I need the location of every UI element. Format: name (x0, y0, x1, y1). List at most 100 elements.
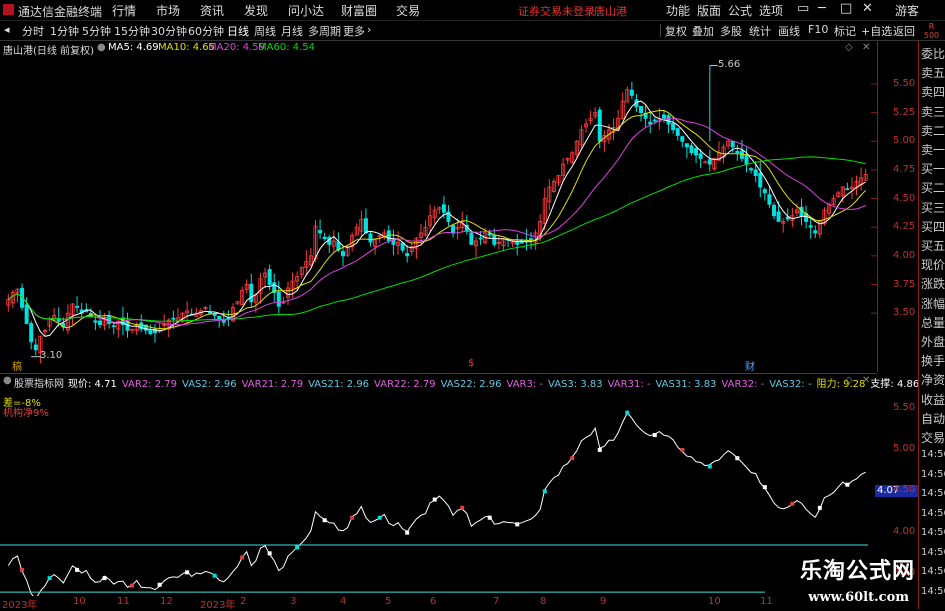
sidebar-item-6[interactable]: 买一 (921, 160, 945, 177)
price-tick: 5.50 (893, 77, 916, 89)
price-axis: 3.50 3.75 4.00 4.25 4.50 4.75 5.00 5.25 5.50 (0, 41, 918, 372)
action-add-watch[interactable]: +自选 (861, 23, 892, 39)
watermark-url: www.60lt.com (808, 590, 909, 605)
menu-market[interactable]: 市场 (156, 2, 180, 19)
top-menu-bar: 通达信金融终端 行情 市场 资讯 发现 问小达 财富圈 交易 证券交易未登录 唐… (0, 0, 945, 21)
guest-label[interactable]: 游客 (895, 2, 919, 19)
date-tick: 11 (760, 596, 773, 607)
sidebar-item-8[interactable]: 买三 (921, 199, 945, 216)
date-tick: 11 (117, 596, 130, 607)
tick-time-label: 14:56 (921, 527, 945, 538)
price-tick: 3.50 (893, 307, 916, 319)
period-tab-1min[interactable]: 1分钟 (50, 23, 79, 39)
menu-layout[interactable]: 版面 (697, 2, 721, 19)
quote-sidebar: 委比卖五卖四卖三卖二卖一买一买二买三买四买五现价涨跌涨幅总量外盘换手净资收益自动… (918, 41, 945, 609)
menu-trade[interactable]: 交易 (396, 2, 420, 19)
sidebar-item-9[interactable]: 买四 (921, 218, 945, 235)
menu-wealth[interactable]: 财富圈 (341, 2, 377, 19)
date-tick: 10 (708, 596, 721, 607)
period-tab-5min[interactable]: 5分钟 (82, 23, 111, 39)
date-axis: 2023年 10 11 12 2023年 2 3 4 5 6 7 8 9 10 11 (0, 596, 877, 611)
tick-time-label: 14:56 (921, 449, 945, 460)
sidebar-item-20[interactable]: 交易 (921, 429, 945, 446)
menu-options[interactable]: 选项 (759, 2, 783, 19)
period-tab-timeshare[interactable]: 分时 (22, 23, 44, 39)
price-tick: 4.50 (893, 192, 916, 204)
restore-icon[interactable]: ▭ (797, 1, 809, 16)
period-scroll-icon[interactable]: ◂ (4, 23, 10, 36)
period-tab-more[interactable]: 更多 (343, 23, 365, 39)
period-tab-daily[interactable]: 日线 (227, 23, 249, 39)
tick-time-label: 14:56 (921, 585, 945, 597)
indicator-tick: 5.50 (893, 401, 916, 413)
sidebar-item-15[interactable]: 外盘 (921, 333, 945, 350)
sidebar-item-3[interactable]: 卖三 (921, 103, 945, 120)
indicator-tick: 5.00 (893, 442, 916, 454)
app-brand: 通达信金融终端 (18, 5, 103, 19)
sidebar-item-13[interactable]: 涨幅 (921, 295, 945, 312)
price-tick: 4.75 (893, 163, 916, 175)
price-tick: 5.00 (893, 135, 916, 147)
minimize-icon[interactable]: ─ (818, 1, 826, 16)
menu-news[interactable]: 资讯 (200, 2, 224, 19)
menu-discover[interactable]: 发现 (244, 2, 268, 19)
chevron-right-icon[interactable]: › (367, 23, 371, 36)
date-tick: 8 (540, 596, 547, 607)
sidebar-item-0[interactable]: 委比 (921, 45, 945, 62)
price-tick: 4.00 (893, 249, 916, 261)
tick-time-label: 14:56 (921, 507, 945, 519)
sidebar-item-16[interactable]: 换手 (921, 352, 945, 369)
price-tick: 3.75 (893, 278, 916, 290)
date-tick: 7 (493, 596, 500, 607)
action-multi-stock[interactable]: 多股 (720, 23, 742, 39)
menu-quotes[interactable]: 行情 (112, 2, 136, 19)
sidebar-item-14[interactable]: 总量 (921, 314, 945, 331)
price-tick: 4.25 (893, 221, 916, 233)
tick-time-label: 14:56 (921, 566, 945, 577)
r-indicator: R 500 (923, 22, 940, 40)
sidebar-item-19[interactable]: 自动 (921, 410, 945, 427)
period-tab-multi[interactable]: 多周期 (308, 23, 341, 39)
sidebar-item-4[interactable]: 卖二 (921, 122, 945, 139)
tick-time-label: 14:56 (921, 468, 945, 480)
period-tab-15min[interactable]: 15分钟 (114, 23, 150, 39)
period-tab-monthly[interactable]: 月线 (281, 23, 303, 39)
period-toolbar: ◂ 分时 1分钟 5分钟 15分钟 30分钟 60分钟 日线 周线 月线 多周期… (0, 21, 945, 41)
sidebar-item-12[interactable]: 涨跌 (921, 275, 945, 292)
tick-time-label: 14:56 (921, 488, 945, 499)
period-tab-weekly[interactable]: 周线 (254, 23, 276, 39)
sidebar-item-2[interactable]: 卖四 (921, 83, 945, 100)
date-tick: 9 (600, 596, 607, 607)
period-tab-30min[interactable]: 30分钟 (151, 23, 187, 39)
action-adjust[interactable]: 复权 (665, 23, 687, 39)
indicator-tick: 4.00 (893, 525, 916, 537)
indicator-axis: 4.07 3.50 4.00 4.50 5.00 5.50 (0, 373, 919, 595)
maximize-icon[interactable]: □ (840, 1, 852, 16)
date-tick: 4 (340, 596, 347, 607)
login-warning[interactable]: 证券交易未登录 (518, 3, 595, 19)
action-stats[interactable]: 统计 (749, 23, 771, 39)
action-overlay[interactable]: 叠加 (692, 23, 714, 39)
menu-ask[interactable]: 问小达 (288, 2, 324, 19)
sidebar-item-1[interactable]: 卖五 (921, 64, 945, 81)
period-tab-60min[interactable]: 60分钟 (188, 23, 224, 39)
sidebar-item-11[interactable]: 现价 (921, 256, 945, 273)
menu-function[interactable]: 功能 (666, 2, 690, 19)
sidebar-item-7[interactable]: 买二 (921, 179, 945, 196)
stock-name-title: 唐山港 (594, 5, 627, 18)
sidebar-item-17[interactable]: 净资 (921, 371, 945, 388)
date-tick: 2 (240, 596, 247, 607)
tick-time-label: 14:56 (921, 546, 945, 558)
watermark-title: 乐淘公式网 (799, 559, 915, 584)
date-tick: 12 (160, 596, 173, 607)
action-f10[interactable]: F10 (808, 23, 828, 36)
action-back[interactable]: 返回 (893, 23, 915, 39)
action-mark[interactable]: 标记 (834, 23, 856, 39)
sidebar-item-10[interactable]: 买五 (921, 237, 945, 254)
menu-formula[interactable]: 公式 (728, 2, 752, 19)
action-draw[interactable]: 画线 (778, 23, 800, 39)
sidebar-item-5[interactable]: 卖一 (921, 141, 945, 158)
close-icon[interactable]: ✕ (862, 1, 873, 16)
sidebar-item-18[interactable]: 收益 (921, 391, 945, 408)
price-tick: 5.25 (893, 106, 916, 118)
